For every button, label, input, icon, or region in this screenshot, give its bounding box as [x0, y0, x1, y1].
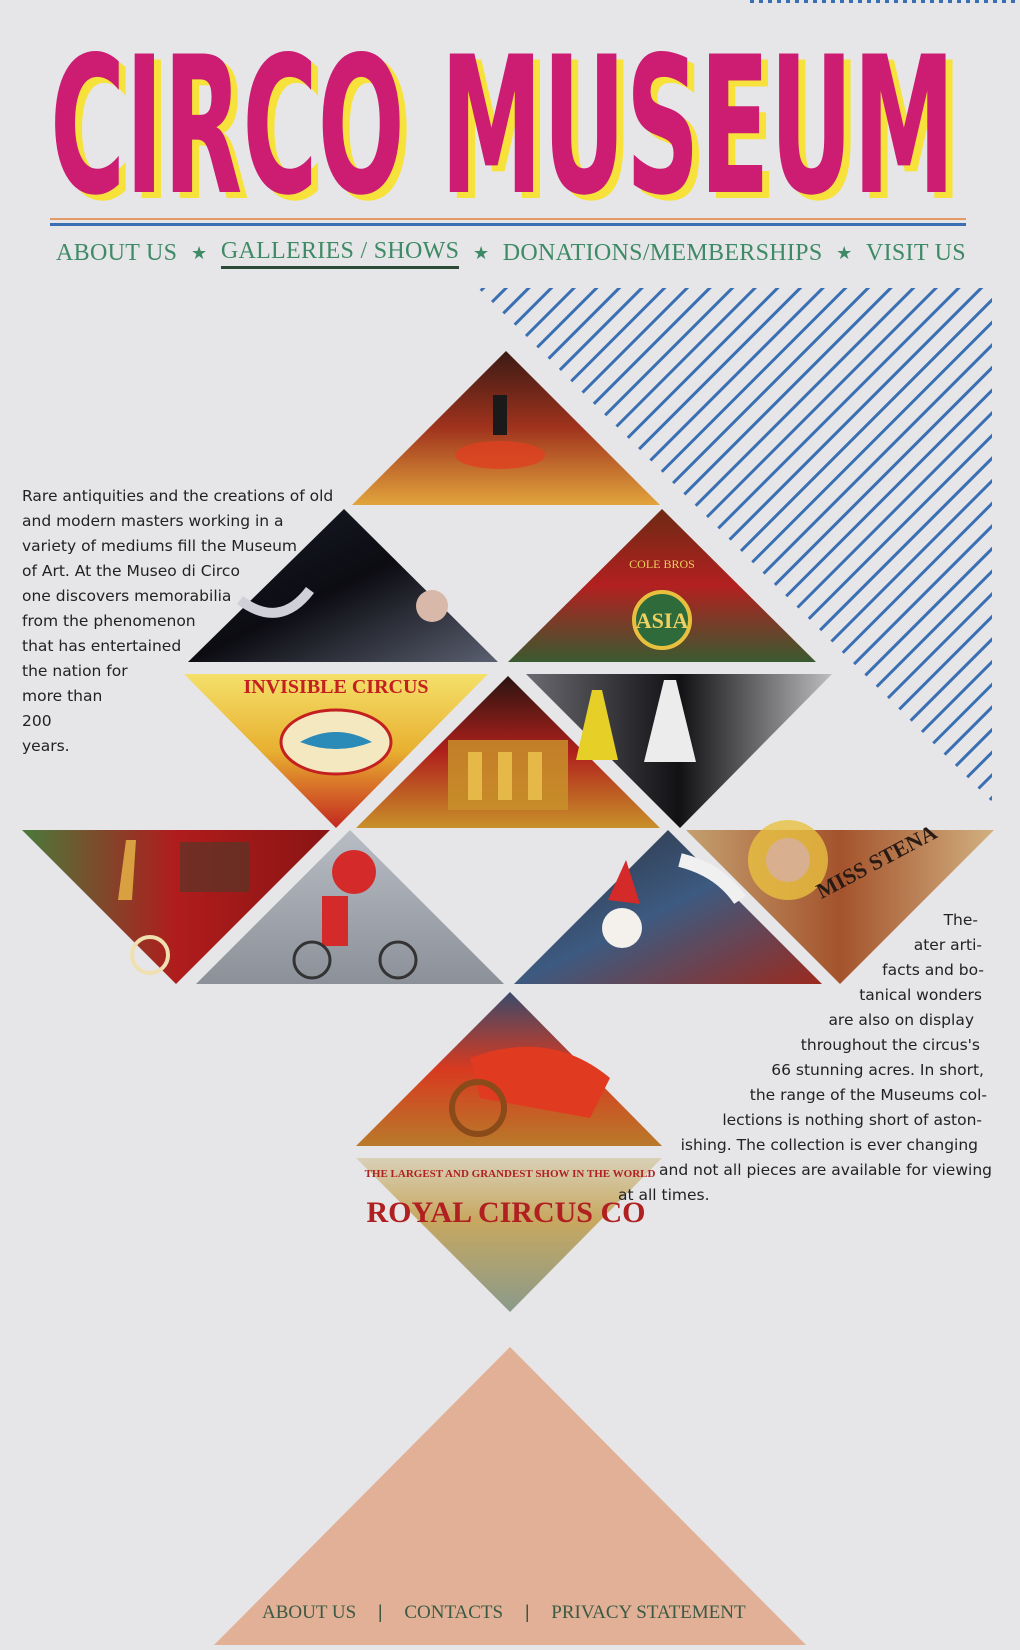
details-line: tanical wonders [859, 986, 982, 1004]
intro-line: the nation for [22, 662, 128, 680]
details-line: at all times. [618, 1186, 710, 1204]
asia-wagon-label: ASIA [636, 608, 689, 633]
intro-line: that has entertained [22, 637, 182, 655]
details-line: 66 stunning acres. In short, [771, 1061, 984, 1079]
intro-line: years. [22, 737, 70, 755]
intro-line: Rare antiquities and the creations of ol… [22, 487, 334, 505]
details-line: the range of the Museums col- [749, 1086, 987, 1104]
details-line: are also on display [828, 1011, 974, 1029]
details-line: The- [943, 911, 978, 929]
footer-contacts[interactable]: CONTACTS [404, 1602, 503, 1624]
details-line: and not all pieces are available for vie… [659, 1161, 992, 1179]
details-line: ishing. The collection is ever changing [680, 1136, 978, 1154]
intro-line: more than [22, 687, 103, 705]
details-line: ater arti- [913, 936, 982, 954]
intro-text: Rare antiquities and the creations of ol… [22, 484, 334, 759]
intro-line: 200 [22, 712, 52, 730]
largest-show-label: THE LARGEST AND GRANDEST SHOW IN THE WOR… [365, 1168, 656, 1180]
footer-nav: ABOUT US | CONTACTS | PRIVACY STATEMENT [262, 1598, 762, 1628]
intro-line: from the phenomenon [22, 612, 196, 630]
details-line: throughout the circus's [800, 1036, 980, 1054]
intro-line: variety of mediums fill the Museum [22, 537, 298, 555]
footer-separator: | [378, 1602, 383, 1623]
details-line: facts and bo- [882, 961, 984, 979]
royal-circus-label: ROYAL CIRCUS CO [367, 1196, 646, 1229]
details-text: The- ater arti- facts and bo- tanical wo… [618, 908, 992, 1208]
details-line: lections is nothing short of aston- [722, 1111, 982, 1129]
footer-about-us[interactable]: ABOUT US [262, 1602, 356, 1624]
cole-bros-label: COLE BROS [629, 557, 695, 571]
footer-separator: | [525, 1602, 530, 1623]
intro-line: and modern masters working in a [22, 512, 284, 530]
intro-line: of Art. At the Museo di Circo [22, 562, 240, 580]
footer-privacy-statement[interactable]: PRIVACY STATEMENT [551, 1602, 745, 1624]
intro-line: one discovers memorabilia [22, 587, 232, 605]
red-chariot-photo[interactable] [356, 992, 662, 1146]
gallery-mosaic: ASIA COLE BROS INVISIBLE CIRCUS MISS STE… [0, 0, 1020, 1645]
gallery-svg: ASIA COLE BROS INVISIBLE CIRCUS MISS STE… [22, 288, 994, 1645]
royal-circus-poster[interactable]: THE LARGEST AND GRANDEST SHOW IN THE WOR… [356, 1158, 662, 1312]
